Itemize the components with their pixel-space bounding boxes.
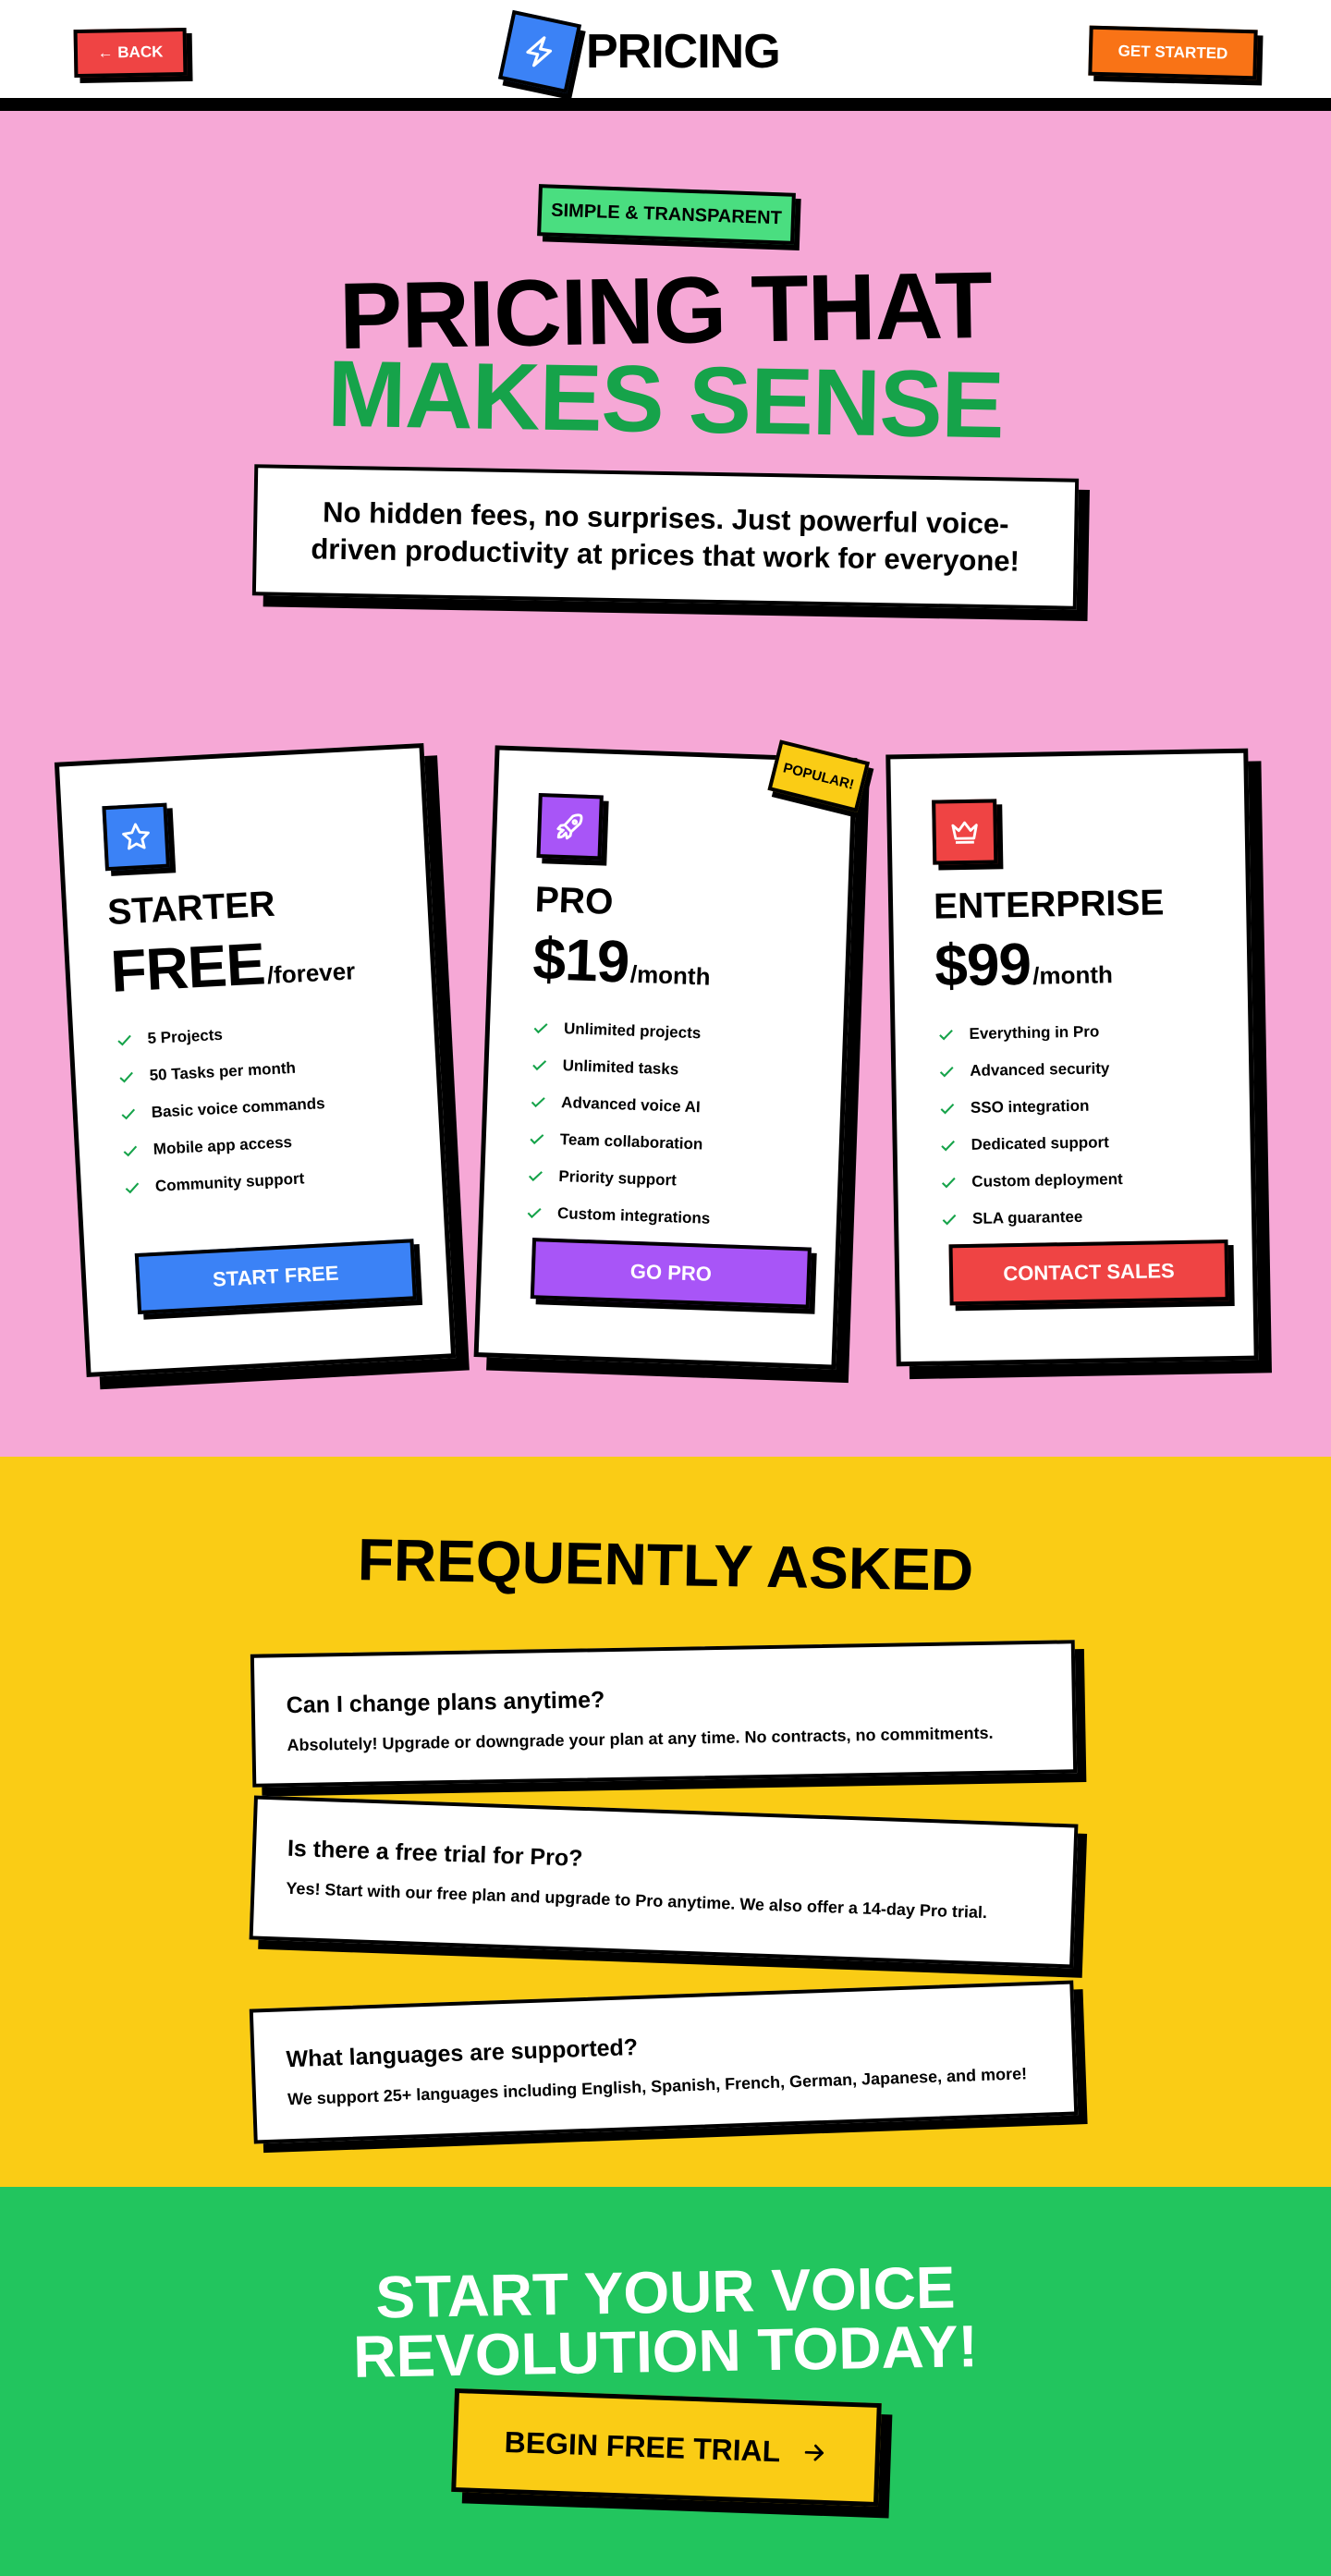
cta-button-label: BEGIN FREE TRIAL xyxy=(504,2424,781,2468)
faq-item: Is there a free trial for Pro? Yes! Star… xyxy=(249,1795,1079,1969)
check-icon xyxy=(529,1055,550,1076)
feature-label: Custom deployment xyxy=(971,1170,1123,1190)
faq-answer: Yes! Start with our free plan and upgrad… xyxy=(286,1878,988,1923)
start-free-button[interactable]: START FREE xyxy=(134,1239,417,1315)
check-icon xyxy=(525,1166,546,1187)
rocket-icon xyxy=(536,793,604,861)
faq-title: FREQUENTLY ASKED xyxy=(357,1526,974,1604)
star-icon xyxy=(102,802,170,872)
cta-title: START YOUR VOICE REVOLUTION TODAY! xyxy=(0,2254,1331,2390)
cta-section: START YOUR VOICE REVOLUTION TODAY! BEGIN… xyxy=(0,2187,1331,2576)
plan-card-pro: POPULAR! PRO $19 /month Unlimited projec… xyxy=(473,739,871,1370)
faq-question: Can I change plans anytime? xyxy=(286,1687,605,1719)
plan-card-enterprise: ENTERPRISE $99 /month Everything in Pro … xyxy=(885,748,1259,1367)
faq-item: What languages are supported? We support… xyxy=(249,1980,1079,2144)
check-icon xyxy=(116,1067,137,1088)
check-icon xyxy=(121,1178,142,1199)
contact-sales-button[interactable]: CONTACT SALES xyxy=(948,1239,1229,1306)
feature-label: Dedicated support xyxy=(971,1133,1110,1154)
feature-label: SLA guarantee xyxy=(971,1207,1083,1227)
check-icon xyxy=(119,1141,140,1162)
feature-label: Unlimited tasks xyxy=(562,1056,679,1079)
check-icon xyxy=(526,1129,547,1150)
plan-card-starter: STARTER FREE /forever 5 Projects 50 Task… xyxy=(54,742,457,1378)
check-icon xyxy=(936,1061,957,1081)
faq-answer: We support 25+ languages including Engli… xyxy=(287,2064,1028,2109)
plan-period: /month xyxy=(629,959,712,991)
check-icon xyxy=(935,1024,956,1044)
check-icon xyxy=(531,1018,552,1039)
feature-item: SLA guarantee xyxy=(939,1196,1252,1239)
popular-badge: POPULAR! xyxy=(767,739,871,812)
faq-question: What languages are supported? xyxy=(286,2033,639,2073)
feature-label: Priority support xyxy=(558,1167,678,1190)
lightning-icon xyxy=(497,9,582,94)
go-pro-button[interactable]: GO PRO xyxy=(530,1238,812,1309)
feature-label: Community support xyxy=(154,1169,305,1195)
faq-item: Can I change plans anytime? Absolutely! … xyxy=(250,1640,1078,1788)
feature-label: Everything in Pro xyxy=(969,1022,1100,1043)
check-icon xyxy=(937,1098,958,1118)
feature-list: Unlimited projects Unlimited tasks Advan… xyxy=(523,1009,843,1242)
feature-label: Basic voice commands xyxy=(151,1094,326,1121)
hero-title: PRICING THAT MAKES SENSE xyxy=(0,252,1331,458)
feature-item: Custom deployment xyxy=(938,1159,1252,1202)
crown-icon xyxy=(932,799,998,865)
feature-label: Team collaboration xyxy=(559,1130,703,1154)
check-icon xyxy=(524,1203,545,1224)
feature-label: Unlimited projects xyxy=(563,1019,702,1043)
feature-item: Everything in Pro xyxy=(935,1011,1249,1054)
plan-amount: $99 xyxy=(934,930,1032,999)
top-nav: ← BACK PRICING GET STARTED xyxy=(0,0,1331,111)
plan-period: /forever xyxy=(266,957,356,990)
feature-label: Mobile app access xyxy=(153,1133,293,1158)
feature-label: Advanced security xyxy=(970,1059,1110,1080)
arrow-right-icon xyxy=(800,2438,829,2467)
feature-list: 5 Projects 50 Tasks per month Basic voic… xyxy=(114,1006,443,1207)
back-button[interactable]: ← BACK xyxy=(73,27,188,79)
page-title: PRICING xyxy=(586,25,781,79)
feature-label: 50 Tasks per month xyxy=(149,1058,297,1084)
brand: PRICING xyxy=(497,9,781,94)
faq-question: Is there a free trial for Pro? xyxy=(287,1835,583,1872)
plan-amount: $19 xyxy=(531,924,630,995)
feature-label: Advanced voice AI xyxy=(560,1093,702,1117)
hero-subtitle: No hidden fees, no surprises. Just power… xyxy=(251,464,1080,610)
feature-item: SSO integration xyxy=(937,1085,1251,1128)
plan-price: $99 /month xyxy=(934,926,1248,1000)
begin-free-trial-button[interactable]: BEGIN FREE TRIAL xyxy=(451,2387,882,2508)
feature-item: Dedicated support xyxy=(937,1122,1251,1165)
feature-label: Custom integrations xyxy=(556,1204,711,1227)
plan-amount: FREE xyxy=(108,930,267,1005)
get-started-button[interactable]: GET STARTED xyxy=(1088,25,1258,80)
hero-title-line2: MAKES SENSE xyxy=(326,340,1005,458)
feature-label: 5 Projects xyxy=(147,1025,224,1048)
faq-answer: Absolutely! Upgrade or downgrade your pl… xyxy=(287,1723,994,1755)
check-icon xyxy=(528,1092,549,1113)
hero-section: SIMPLE & TRANSPARENT PRICING THAT MAKES … xyxy=(0,111,1331,1457)
hero-badge: SIMPLE & TRANSPARENT xyxy=(537,184,796,245)
plan-period: /month xyxy=(1032,960,1114,990)
check-icon xyxy=(117,1104,139,1125)
check-icon xyxy=(937,1135,958,1155)
check-icon xyxy=(114,1030,135,1051)
feature-list: Everything in Pro Advanced security SSO … xyxy=(935,1011,1252,1239)
feature-label: SSO integration xyxy=(970,1096,1090,1117)
faq-section: FREQUENTLY ASKED Can I change plans anyt… xyxy=(0,1457,1331,2187)
check-icon xyxy=(938,1172,959,1192)
plan-name: PRO xyxy=(534,879,615,922)
plan-price: FREE /forever xyxy=(109,921,432,1006)
plan-price: $19 /month xyxy=(531,924,846,1004)
plan-name: ENTERPRISE xyxy=(933,883,1165,927)
check-icon xyxy=(939,1209,959,1229)
feature-item: Advanced security xyxy=(936,1048,1250,1091)
